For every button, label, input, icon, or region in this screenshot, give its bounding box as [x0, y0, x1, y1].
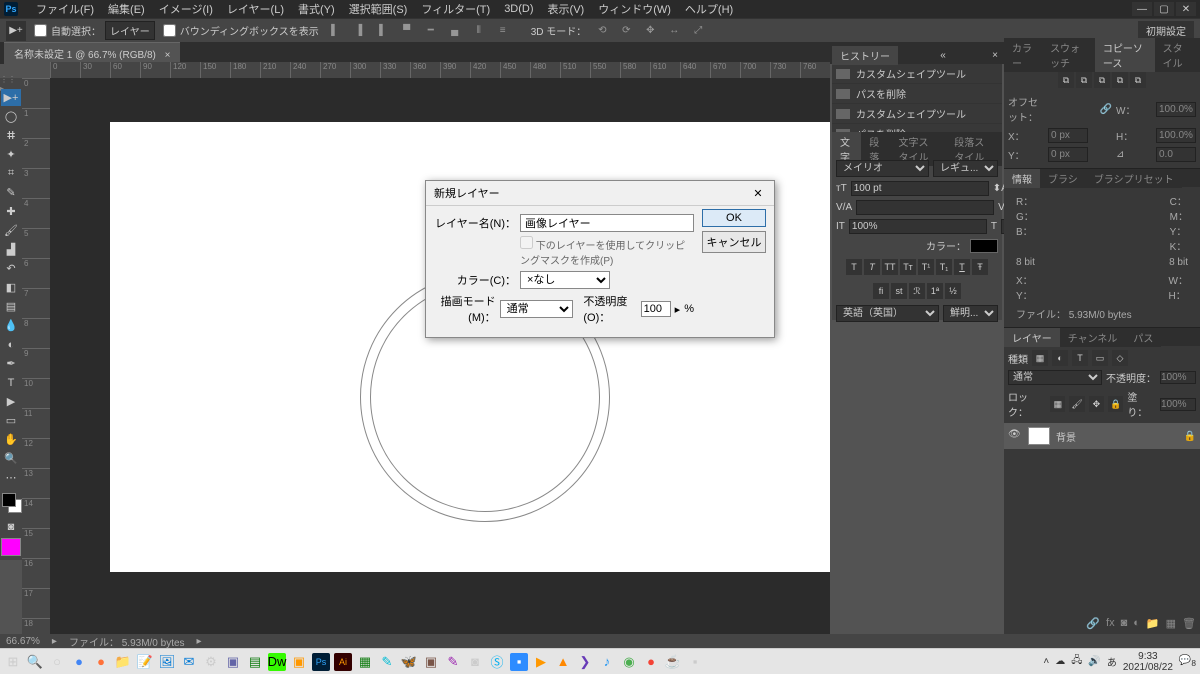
tray-chevron-icon[interactable]: ˄	[1043, 656, 1049, 667]
task-icon[interactable]: ▤	[246, 653, 264, 671]
explorer-icon[interactable]: 📁	[114, 653, 132, 671]
app-icon-3[interactable]: ▣	[422, 653, 440, 671]
app-icon-7[interactable]: ☕	[664, 653, 682, 671]
app-icon-5[interactable]: ❯	[576, 653, 594, 671]
layer-name-input[interactable]	[520, 214, 694, 232]
ok-button[interactable]: OK	[702, 209, 766, 227]
teams-icon[interactable]: ▣	[224, 653, 242, 671]
app-icon-4[interactable]: ✎	[444, 653, 462, 671]
app-icon-1[interactable]: ✎	[378, 653, 396, 671]
new-layer-dialog: 新規レイヤー ✕ レイヤー名(N)： 下のレイヤーを使用してクリッピングマスクを…	[425, 180, 775, 338]
dialog-opacity-label: 不透明度(O)：	[583, 293, 636, 325]
photos-icon[interactable]: 🖼	[158, 653, 176, 671]
zoom-icon[interactable]: ▪	[510, 653, 528, 671]
tray-network-icon[interactable]: 🖧	[1071, 653, 1082, 670]
system-tray[interactable]: ˄ ☁ 🖧 🔊 あ 9:33 2021/08/22 💬8	[1043, 651, 1196, 673]
layer-name-label: レイヤー名(N)：	[434, 215, 516, 231]
outlook-icon[interactable]: ✉	[180, 653, 198, 671]
cortana-icon[interactable]: ○	[48, 653, 66, 671]
windows-taskbar: ⊞ 🔍 ○ ● ● 📁 📝 🖼 ✉ ⚙ ▣ ▤ Dw ▣ Ps Ai ▦ ✎ 🦋…	[0, 648, 1200, 674]
media-icon[interactable]: ▶	[532, 653, 550, 671]
search-icon[interactable]: 🔍	[26, 653, 44, 671]
obs-icon[interactable]: ◙	[466, 653, 484, 671]
tray-ime-icon[interactable]: あ	[1107, 654, 1117, 669]
notepad-icon[interactable]: 📝	[136, 653, 154, 671]
layer-color-select[interactable]: ×なし	[520, 271, 610, 289]
tray-volume-icon[interactable]: 🔊	[1088, 656, 1100, 667]
start-button[interactable]: ⊞	[4, 653, 22, 671]
dialog-blend-mode-select[interactable]: 通常	[500, 300, 574, 318]
notifications-icon[interactable]: 💬8	[1179, 655, 1196, 668]
chrome-icon[interactable]: ●	[70, 653, 88, 671]
skype-icon[interactable]: Ⓢ	[488, 653, 506, 671]
dreamweaver-icon[interactable]: Dw	[268, 653, 286, 671]
record-icon[interactable]: ●	[642, 653, 660, 671]
photoshop-icon[interactable]: Ps	[312, 653, 330, 671]
sublime-icon[interactable]: ▣	[290, 653, 308, 671]
firefox-icon[interactable]: ●	[92, 653, 110, 671]
dialog-overlay: 新規レイヤー ✕ レイヤー名(N)： 下のレイヤーを使用してクリッピングマスクを…	[0, 0, 1200, 674]
dialog-title: 新規レイヤー	[434, 185, 500, 201]
illustrator-icon[interactable]: Ai	[334, 653, 352, 671]
percent-label: %	[684, 303, 694, 315]
app-icon-8[interactable]: ▪	[686, 653, 704, 671]
excel-icon[interactable]: ▦	[356, 653, 374, 671]
layer-color-label: カラー(C)：	[434, 272, 516, 288]
clipping-mask-label: 下のレイヤーを使用してクリッピングマスクを作成(P)	[520, 241, 685, 267]
app-icon-6[interactable]: ◉	[620, 653, 638, 671]
music-icon[interactable]: ♪	[598, 653, 616, 671]
blend-mode-label: 描画モード(M)：	[434, 293, 496, 325]
dialog-close-icon[interactable]: ✕	[750, 185, 766, 201]
clipping-mask-checkbox[interactable]	[520, 236, 533, 249]
cancel-button[interactable]: キャンセル	[702, 231, 766, 253]
vlc-icon[interactable]: ▲	[554, 653, 572, 671]
tray-cloud-icon[interactable]: ☁	[1055, 656, 1065, 667]
clock[interactable]: 9:33 2021/08/22	[1123, 651, 1173, 673]
dialog-opacity-input[interactable]	[641, 301, 671, 317]
settings-icon[interactable]: ⚙	[202, 653, 220, 671]
app-icon-2[interactable]: 🦋	[400, 653, 418, 671]
opacity-arrow-icon[interactable]: ▸	[675, 303, 681, 316]
